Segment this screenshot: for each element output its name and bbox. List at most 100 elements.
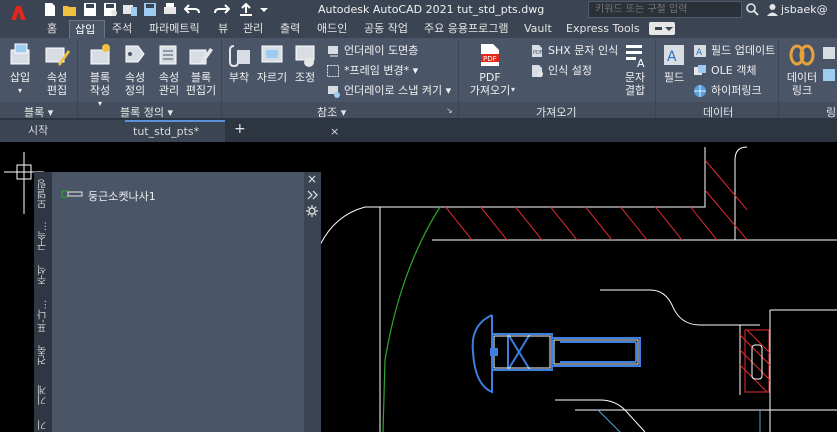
search-input-box[interactable] [588, 1, 753, 18]
reference-launcher-icon[interactable]: ↘ [446, 106, 453, 115]
block-editor-icon [188, 42, 214, 68]
pdf-import-button[interactable]: PDF PDF 가져오기 [466, 42, 514, 97]
palette-tab-architecture[interactable]: 건축 [36, 342, 50, 368]
new-file-icon[interactable] [42, 2, 58, 17]
clip-button[interactable]: 자르기 [256, 42, 288, 84]
tab-vault[interactable]: Vault [519, 20, 557, 38]
tab-output[interactable]: 출력 [275, 20, 305, 38]
field-button[interactable]: A 필드 [660, 42, 688, 84]
web-mobile-icon[interactable] [122, 2, 138, 17]
customize-qat-icon[interactable] [256, 2, 272, 17]
svg-text:PDF: PDF [533, 50, 543, 56]
underlay-layers-button[interactable]: 언더레이 도면층 [326, 42, 418, 60]
plot-icon[interactable] [162, 2, 178, 17]
tab-start-label: 시작 [28, 124, 49, 137]
bolt-grip[interactable] [490, 348, 498, 356]
manage-attribute-label: 속성 관리 [158, 71, 180, 97]
tab-parametric[interactable]: 파라메트릭 [144, 20, 205, 38]
create-block-button[interactable]: 블록 작성 ▾ [84, 42, 116, 110]
extract-data-icon[interactable] [822, 46, 836, 60]
edit-attribute-button[interactable]: 속성 편집 [40, 42, 74, 97]
upload-data-icon[interactable] [822, 68, 836, 82]
housing-outline [319, 146, 837, 432]
snap-underlay-icon [326, 84, 340, 98]
tab-addins[interactable]: 애드인 [312, 20, 352, 38]
ole-object-icon [693, 64, 707, 78]
palette-autohide-icon[interactable] [306, 189, 318, 201]
pdf-import-icon: PDF [477, 42, 503, 68]
tab-view[interactable]: 뷰 [213, 20, 233, 38]
define-attribute-button[interactable]: 속성 정의 [118, 42, 152, 97]
group-divider [77, 40, 78, 118]
tab-document-label: tut_std_pts* [133, 125, 200, 138]
share-icon[interactable] [238, 2, 254, 17]
tab-featured-apps[interactable]: 주요 응용프로그램 [419, 20, 513, 38]
recognition-settings-label: 인식 설정 [548, 64, 592, 77]
frame-vary-button[interactable]: *프레임 변경* ▾ [326, 62, 418, 80]
tab-start[interactable]: 시작 [0, 120, 125, 142]
block-thumbnail-icon[interactable] [61, 188, 83, 203]
block-editor-button[interactable]: 블록 편집기 [184, 42, 218, 97]
palette-tab-annotation[interactable]: 주석 [36, 262, 50, 288]
save-icon[interactable] [82, 2, 98, 17]
hyperlink-button[interactable]: 하이퍼링크 [693, 82, 762, 100]
user-icon[interactable] [766, 3, 779, 19]
redo-icon[interactable] [214, 2, 230, 17]
tab-home[interactable]: 홈 [42, 20, 62, 38]
adjust-icon [292, 42, 318, 68]
combine-text-button[interactable]: A 문자 결합 [620, 42, 650, 97]
new-tab-button[interactable]: + [234, 121, 246, 137]
data-link-button[interactable]: 데이터 링크 [784, 42, 820, 97]
palette-close-button[interactable]: × [307, 172, 317, 186]
underlay-layers-icon [326, 44, 340, 58]
edit-attribute-icon [44, 42, 70, 68]
manage-attribute-button[interactable]: 속성 관리 [152, 42, 186, 97]
shx-recognition-icon: PDF [530, 44, 544, 58]
save-as-icon[interactable] [102, 2, 118, 17]
adjust-button[interactable]: 조정 [290, 42, 320, 84]
palette-tab-table[interactable]: 표-나... [36, 298, 50, 334]
hyperlink-label: 하이퍼링크 [711, 84, 762, 97]
field-icon: A [661, 42, 687, 68]
pdf-import-dropdown-icon[interactable]: ▾ [511, 85, 515, 94]
bolt-outline [493, 335, 639, 369]
data-link-label: 데이터 링크 [786, 71, 818, 97]
tab-express-tools[interactable]: Express Tools [561, 20, 645, 38]
insert-block-label: 삽입 [9, 71, 31, 84]
right-slot [751, 344, 763, 380]
tab-annotate[interactable]: 주석 [107, 20, 137, 38]
update-fields-button[interactable]: A 필드 업데이트 [693, 42, 775, 60]
shx-text-recognition-button[interactable]: PDF SHX 문자 인식 [530, 42, 618, 60]
open-file-icon[interactable] [62, 2, 78, 17]
search-icon[interactable] [746, 3, 759, 19]
palette-tab-modeling[interactable]: 모델링 [36, 176, 50, 212]
palette-settings-icon[interactable] [306, 205, 318, 217]
tab-document[interactable]: tut_std_pts* × [125, 120, 339, 142]
group-divider [655, 40, 656, 118]
palette-tab-mechanical[interactable]: 기계 [36, 382, 50, 408]
palette-tab-more[interactable]: 기 [36, 418, 50, 432]
ribbon-minimize-button[interactable] [649, 22, 675, 35]
block-item-name[interactable]: 둥근소켓나사1 [88, 188, 156, 204]
hyperlink-icon [693, 84, 707, 98]
save-to-web-icon[interactable] [142, 2, 158, 17]
search-input[interactable] [589, 2, 753, 17]
tab-collaborate[interactable]: 공동 작업 [359, 20, 413, 38]
palette-tab-constraints[interactable]: 구속... [36, 218, 50, 254]
attach-button[interactable]: 부착 [224, 42, 254, 84]
recognition-settings-button[interactable]: 인식 설정 [530, 62, 592, 80]
app-title: Autodesk AutoCAD 2021 tut_std_pts.dwg [318, 3, 545, 16]
group-divider [458, 40, 459, 118]
group-divider [778, 40, 779, 118]
snap-to-underlays-button[interactable]: 언더레이로 스냅 켜기 ▾ [326, 82, 451, 100]
clip-icon [259, 42, 285, 68]
tab-manage[interactable]: 관리 [238, 20, 268, 38]
username[interactable]: jsbaek@ [781, 3, 828, 16]
insert-block-button[interactable]: 삽입 ▾ [4, 42, 36, 97]
ole-object-button[interactable]: OLE 객체 [693, 62, 756, 80]
tab-insert[interactable]: 삽입 [69, 20, 105, 38]
edit-attribute-label: 속성 편집 [46, 71, 68, 97]
tab-close-button[interactable]: × [330, 122, 339, 142]
undo-icon[interactable] [184, 2, 200, 17]
underlay-layers-label: 언더레이 도면층 [344, 44, 419, 57]
